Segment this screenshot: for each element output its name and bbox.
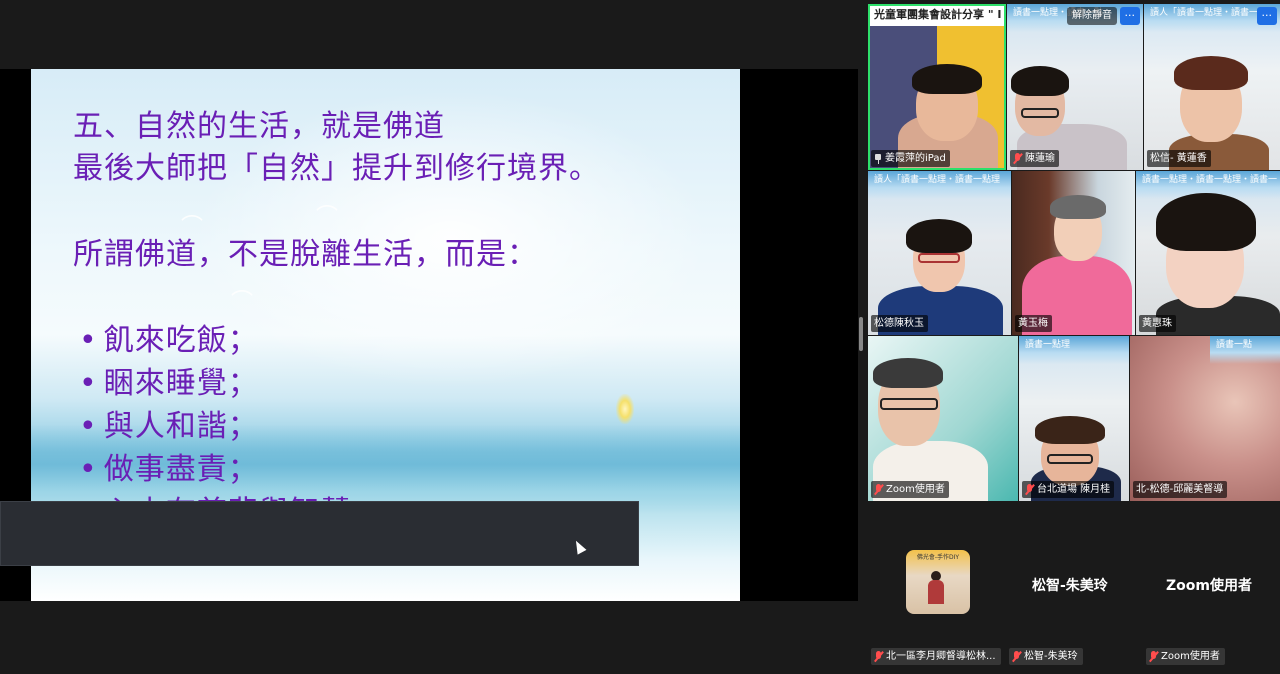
pin-icon xyxy=(874,153,882,164)
participant-name: 陳蓮瑜 xyxy=(1025,153,1055,164)
participant-name: 松智-朱美玲 xyxy=(1024,651,1078,662)
tile-more-options-button[interactable]: ··· xyxy=(1256,7,1277,25)
video-tile[interactable]: 讀書一點理・讀書一點理・讀書一 黃惠珠 xyxy=(1136,171,1280,335)
participant-hair xyxy=(1011,66,1069,96)
tile-banner-text: 讀人「讀書一點理・讀書一點理 xyxy=(868,171,1011,199)
video-tile[interactable]: 讀書一點理・讀書一點 解除靜音 ··· 陳蓮瑜 xyxy=(1007,4,1143,170)
participant-nameplate: 北-松德-邱麗美督導 xyxy=(1133,481,1228,498)
participant-nameplate: Zoom使用者 xyxy=(871,481,949,498)
participant-name: 姜霞萍的iPad xyxy=(885,153,946,164)
participant-name: 台北道場 陳月桂 xyxy=(1037,484,1111,495)
tile-banner-text: 光童軍團集會設計分享 " I xyxy=(868,4,1006,26)
unmute-button[interactable]: 解除靜音 xyxy=(1067,7,1117,25)
video-tile[interactable]: 讀人「讀書一點理・讀書一點理 松德陳秋玉 xyxy=(868,171,1011,335)
participant-thumbnail[interactable]: 佛光會-手作DIY xyxy=(906,550,970,614)
participant-nameplate: 陳蓮瑜 xyxy=(1010,150,1059,167)
participant-nameplate: 松信- 黃蓮香 xyxy=(1147,150,1211,167)
mic-muted-icon xyxy=(1013,152,1022,165)
glasses xyxy=(1021,108,1059,118)
thumbnail-text: 佛光會-手作DIY xyxy=(916,554,960,561)
mic-muted-icon xyxy=(874,483,883,496)
tile-banner-text: 讀書一點理 xyxy=(1019,336,1129,364)
glasses xyxy=(880,398,938,410)
sparkle-decoration xyxy=(616,394,634,424)
zoom-meeting-window: ⌒ ⌒ ⌒ 五、自然的生活，就是佛道 最後大師把「自然」提升到修行境界。 所謂佛… xyxy=(0,0,1280,674)
bird-decoration-icon: ⌒ xyxy=(316,205,339,230)
participant-hair xyxy=(1174,56,1248,90)
mic-muted-icon xyxy=(1025,483,1034,496)
participant-nameplate: Zoom使用者 xyxy=(1146,648,1225,665)
participant-name: Zoom使用者 xyxy=(1161,651,1220,662)
participant-nameplate: 黃惠珠 xyxy=(1139,315,1176,332)
slide-bullet: 做事盡責； xyxy=(79,448,352,491)
participant-hair xyxy=(1156,193,1256,251)
participant-display-name: 松智-朱美玲 xyxy=(1032,578,1108,594)
participant-name: 黃惠珠 xyxy=(1142,318,1172,329)
bird-decoration-icon: ⌒ xyxy=(231,290,254,315)
participant-name: Zoom使用者 xyxy=(886,484,945,495)
video-tile[interactable]: 黃玉梅 xyxy=(1012,171,1135,335)
participant-hair xyxy=(1035,416,1105,444)
slide-subheading: 最後大師把「自然」提升到修行境界。 xyxy=(73,151,600,186)
slide-bullet: 飢來吃飯； xyxy=(79,319,352,362)
participant-nameplate: 台北道場 陳月桂 xyxy=(1022,481,1115,498)
participant-nameplate: 松智-朱美玲 xyxy=(1009,648,1083,665)
participant-hair xyxy=(906,219,972,253)
glasses xyxy=(918,253,960,263)
video-gallery: 光童軍團集會設計分享 " I 姜霞萍的iPad 讀書一點理・讀書一點 解除靜音 … xyxy=(868,4,1280,501)
participant-nameplate: 北一區李月卿督導松林... xyxy=(871,648,1001,665)
mic-muted-icon xyxy=(874,650,883,663)
tile-more-options-button[interactable]: ··· xyxy=(1119,7,1140,25)
thumbnail-person-body xyxy=(928,580,944,604)
participant-nameplate: 黃玉梅 xyxy=(1015,315,1052,332)
participant-name: 松德陳秋玉 xyxy=(874,318,924,329)
participant-name: 松信- 黃蓮香 xyxy=(1150,153,1207,164)
participant-name: 北-松德-邱麗美督導 xyxy=(1136,484,1224,495)
participant-nameplate: 松德陳秋玉 xyxy=(871,315,928,332)
participant-hair xyxy=(873,358,943,388)
video-tile[interactable]: 讀書一點 北-松德-邱麗美督導 xyxy=(1130,336,1280,501)
participant-nameplate: 姜霞萍的iPad xyxy=(871,150,950,167)
participant-display-name: Zoom使用者 xyxy=(1166,578,1252,594)
slide-intro-line: 所謂佛道，不是脫離生活，而是： xyxy=(73,237,538,272)
participant-hair xyxy=(912,64,982,94)
caption-overlay-bar[interactable] xyxy=(0,501,639,566)
panel-resize-handle[interactable] xyxy=(859,317,863,351)
participant-name: 黃玉梅 xyxy=(1018,318,1048,329)
shared-screen-area[interactable]: ⌒ ⌒ ⌒ 五、自然的生活，就是佛道 最後大師把「自然」提升到修行境界。 所謂佛… xyxy=(0,0,858,674)
video-tile[interactable]: Zoom使用者 xyxy=(868,336,1018,501)
tile-banner-text: 讀書一點 xyxy=(1210,336,1280,364)
slide-bullet: 與人和諧； xyxy=(79,405,352,448)
participant-hair xyxy=(1050,195,1106,219)
participant-name: 北一區李月卿督導松林... xyxy=(886,651,996,662)
mic-muted-icon xyxy=(1149,650,1158,663)
mic-muted-icon xyxy=(1012,650,1021,663)
slide-heading: 五、自然的生活，就是佛道 xyxy=(73,109,445,144)
video-tile[interactable]: 光童軍團集會設計分享 " I 姜霞萍的iPad xyxy=(868,4,1006,170)
slide-bullet: 睏來睡覺； xyxy=(79,362,352,405)
video-tile[interactable]: 讀書一點理 台北道場 陳月桂 xyxy=(1019,336,1129,501)
video-tile[interactable]: 讀人「讀書一點理・讀書一點 ··· 松信- 黃蓮香 xyxy=(1144,4,1280,170)
glasses xyxy=(1047,454,1093,464)
